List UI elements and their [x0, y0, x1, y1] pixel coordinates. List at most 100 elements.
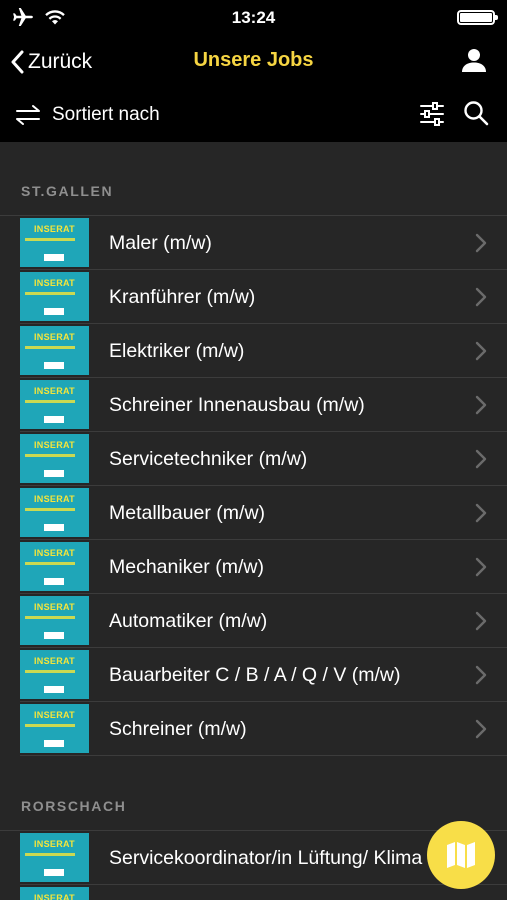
sort-bar: Sortiert nach	[0, 88, 507, 142]
thumbnail-logo	[44, 308, 64, 315]
chevron-left-icon	[11, 50, 24, 74]
search-button[interactable]	[463, 100, 491, 128]
back-label: Zurück	[28, 50, 93, 73]
list-item[interactable]: INSERAT Metallbauer (m/w)	[0, 486, 507, 540]
list-item[interactable]: INSERAT Schreiner Innenausbau (m/w)	[0, 378, 507, 432]
list-item[interactable]: INSERAT Kranführer (m/w)	[0, 270, 507, 324]
map-icon	[447, 842, 475, 868]
thumbnail-logo	[44, 524, 64, 531]
thumbnail-logo	[44, 686, 64, 693]
chevron-right-icon	[475, 719, 487, 739]
filter-button[interactable]	[419, 101, 447, 129]
thumbnail-subtitle-line	[25, 616, 75, 619]
section-header: ST.GALLEN	[21, 183, 114, 199]
person-icon	[462, 49, 486, 72]
thumbnail-title: INSERAT	[34, 656, 75, 666]
job-title: Schreiner (m/w)	[109, 718, 247, 740]
job-thumbnail: INSERAT	[20, 488, 89, 537]
sort-label: Sortiert nach	[52, 104, 160, 125]
thumbnail-logo	[44, 254, 64, 261]
thumbnail-title: INSERAT	[34, 548, 75, 558]
chevron-right-icon	[475, 287, 487, 307]
list-item[interactable]: INSERATKonstrukteur / Projektleiter (m/w…	[0, 885, 507, 900]
status-time: 13:24	[231, 8, 276, 27]
thumbnail-title: INSERAT	[34, 893, 75, 900]
list-item[interactable]: INSERAT Servicetechniker (m/w)	[0, 432, 507, 486]
battery-icon	[457, 10, 498, 25]
chevron-right-icon	[475, 665, 487, 685]
profile-button[interactable]	[461, 47, 489, 75]
thumbnail-logo	[44, 740, 64, 747]
thumbnail-subtitle-line	[25, 670, 75, 673]
job-title: Bauarbeiter C / B / A / Q / V (m/w)	[109, 664, 401, 686]
chevron-right-icon	[475, 611, 487, 631]
chevron-right-icon	[475, 449, 487, 469]
job-thumbnail: INSERAT	[20, 272, 89, 321]
job-list[interactable]: ST.GALLEN INSERAT Maler (m/w) INSERAT Kranfü…	[0, 142, 507, 900]
job-thumbnail: INSERAT	[20, 596, 89, 645]
thumbnail-subtitle-line	[25, 346, 75, 349]
map-button[interactable]	[427, 821, 495, 889]
thumbnail-title: INSERAT	[34, 602, 75, 612]
list-item[interactable]: INSERAT Schreiner (m/w)	[0, 702, 507, 756]
chevron-right-icon	[475, 503, 487, 523]
thumbnail-subtitle-line	[25, 562, 75, 565]
job-thumbnail: INSERAT	[20, 380, 89, 429]
status-bar: 13:24	[0, 0, 507, 36]
thumbnail-subtitle-line	[25, 853, 75, 856]
job-thumbnail: INSERAT	[20, 704, 89, 753]
job-thumbnail: INSERAT	[20, 434, 89, 483]
swap-arrows-icon	[16, 105, 40, 125]
thumbnail-title: INSERAT	[34, 386, 75, 396]
chevron-right-icon	[475, 557, 487, 577]
job-title: Servicetechniker (m/w)	[109, 448, 308, 470]
job-thumbnail: INSERAT	[20, 542, 89, 591]
thumbnail-logo	[44, 416, 64, 423]
thumbnail-title: INSERAT	[34, 494, 75, 504]
thumbnail-logo	[44, 869, 64, 876]
thumbnail-logo	[44, 362, 64, 369]
search-icon	[464, 101, 489, 126]
job-title: Kranführer (m/w)	[109, 286, 256, 308]
thumbnail-logo	[44, 470, 64, 477]
section-list: INSERAT Maler (m/w) INSERAT Kranführer (m/w…	[0, 215, 507, 756]
thumbnail-subtitle-line	[25, 454, 75, 457]
back-button[interactable]: Zurück	[10, 46, 92, 78]
job-title: Servicekoordinator/in Lüftung/ Klima	[109, 847, 423, 869]
thumbnail-title: INSERAT	[34, 332, 75, 342]
job-thumbnail: INSERAT	[20, 218, 89, 267]
list-item[interactable]: INSERAT Elektriker (m/w)	[0, 324, 507, 378]
thumbnail-title: INSERAT	[34, 710, 75, 720]
job-thumbnail: INSERAT	[20, 326, 89, 375]
job-thumbnail: INSERAT	[20, 887, 89, 900]
thumbnail-subtitle-line	[25, 508, 75, 511]
list-item[interactable]: INSERAT Bauarbeiter C / B / A / Q / V (m/…	[0, 648, 507, 702]
thumbnail-title: INSERAT	[34, 839, 75, 849]
job-title: Mechaniker (m/w)	[109, 556, 264, 578]
sort-button[interactable]: Sortiert nach	[14, 100, 160, 130]
job-title: Maler (m/w)	[109, 232, 212, 254]
list-item[interactable]: INSERAT Maler (m/w)	[0, 216, 507, 270]
thumbnail-title: INSERAT	[34, 224, 75, 234]
job-thumbnail: INSERAT	[20, 833, 89, 882]
chevron-right-icon	[475, 341, 487, 361]
job-thumbnail: INSERAT	[20, 650, 89, 699]
section-header: RORSCHACH	[21, 798, 127, 814]
job-title: Elektriker (m/w)	[109, 340, 245, 362]
chevron-right-icon	[475, 233, 487, 253]
thumbnail-logo	[44, 578, 64, 585]
list-item[interactable]: INSERAT Mechaniker (m/w)	[0, 540, 507, 594]
list-item[interactable]: INSERAT Automatiker (m/w)	[0, 594, 507, 648]
job-title: Schreiner Innenausbau (m/w)	[109, 394, 365, 416]
thumbnail-subtitle-line	[25, 238, 75, 241]
nav-bar: Zurück Unsere Jobs	[0, 36, 507, 88]
chevron-right-icon	[475, 395, 487, 415]
thumbnail-title: INSERAT	[34, 278, 75, 288]
thumbnail-subtitle-line	[25, 292, 75, 295]
thumbnail-logo	[44, 632, 64, 639]
job-title: Metallbauer (m/w)	[109, 502, 266, 524]
sliders-icon	[420, 102, 444, 126]
thumbnail-title: INSERAT	[34, 440, 75, 450]
thumbnail-subtitle-line	[25, 724, 75, 727]
thumbnail-subtitle-line	[25, 400, 75, 403]
